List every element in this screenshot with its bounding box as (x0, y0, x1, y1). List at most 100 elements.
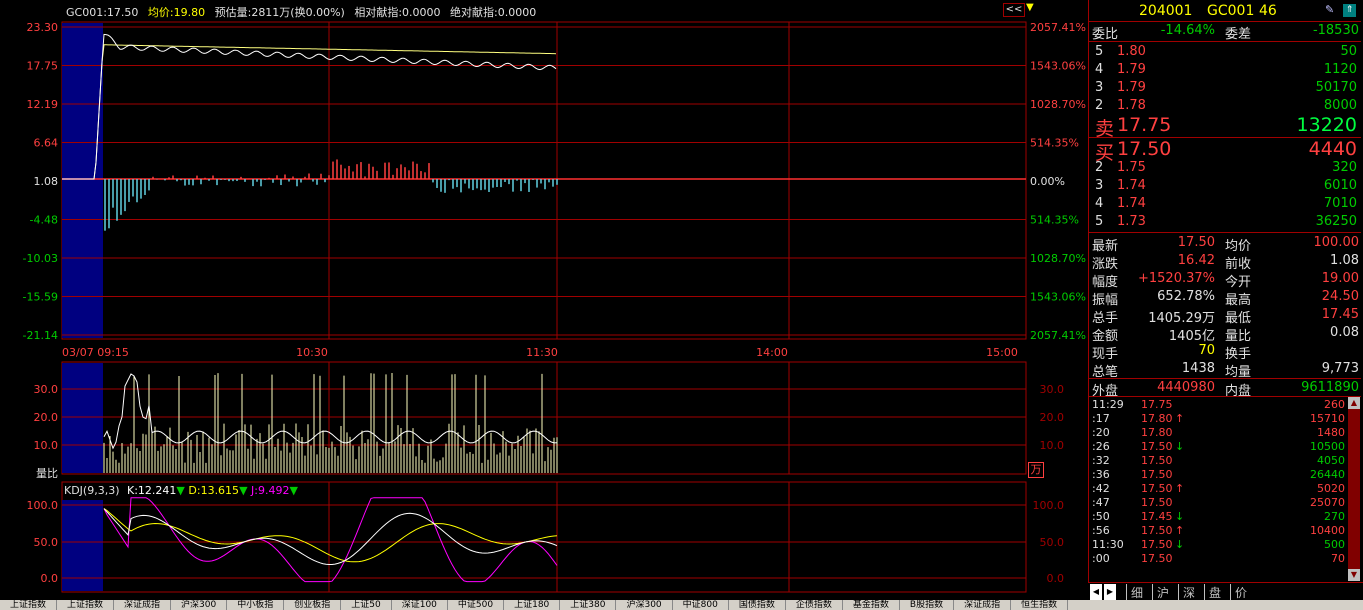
stat-value: 17.45 (1321, 307, 1359, 322)
tick-volume: 5020 (1317, 482, 1345, 495)
tab-4[interactable]: 价 (1230, 584, 1247, 600)
stat-value: 70 (1198, 343, 1215, 358)
bottom-tab[interactable]: 中证500 (448, 600, 505, 610)
tick-volume: 25070 (1310, 496, 1345, 509)
tick-row: :32 17.50 4050 (1089, 454, 1349, 468)
unit-badge[interactable]: 万 (1028, 462, 1044, 478)
book-price: 1.79 (1117, 62, 1146, 77)
price-axis-label: 12.19 (27, 98, 59, 111)
bottom-tab[interactable]: 基金指数 (843, 600, 900, 610)
tick-time: :17 (1092, 412, 1110, 425)
bottom-tab[interactable]: 中小板指 (227, 600, 285, 610)
tool-icon[interactable]: ✎ (1325, 3, 1334, 16)
stat-value: 16.42 (1177, 253, 1215, 268)
bottom-tab[interactable]: 企债指数 (786, 600, 843, 610)
tick-arrow: ↓ (1175, 510, 1185, 523)
stat-row: 幅度 +1520.37% 今开 19.00 (1089, 271, 1361, 290)
bottom-tab[interactable]: 国债指数 (729, 600, 786, 610)
sell-row: 3 1.79 50170 (1089, 80, 1361, 98)
tick-row: :36 17.50 26440 (1089, 468, 1349, 482)
book-level: 3 (1095, 178, 1104, 193)
volume-axis-label: 30.0 (34, 383, 59, 396)
bottom-tab[interactable]: 上证380 (560, 600, 617, 610)
kdj-j-value: J:9.492 (251, 484, 290, 497)
bottom-tab[interactable]: 深证成指 (114, 600, 172, 610)
book-volume: 13220 (1296, 114, 1357, 136)
book-level: 3 (1095, 80, 1104, 95)
bottom-tab[interactable]: 上证指数 (57, 600, 115, 610)
stat-value: 0.08 (1330, 325, 1359, 340)
stat-label: 今开 (1225, 275, 1252, 290)
tick-price: 17.50 (1141, 524, 1173, 537)
bottom-tab[interactable]: 沪深300 (616, 600, 673, 610)
book-price: 1.74 (1117, 196, 1146, 211)
volume-axis-label-right: 20.0 (1040, 411, 1065, 424)
switch-icon[interactable]: ⇑ (1343, 4, 1356, 17)
kdj-axis-label: 50.0 (34, 536, 59, 549)
inner-value: 9611890 (1301, 380, 1359, 395)
tick-price: 17.80 (1141, 412, 1173, 425)
stat-row: 金额 1405亿 量比 0.08 (1089, 325, 1361, 344)
stat-row: 现手 70 换手 (1089, 343, 1361, 362)
stat-value: 1.08 (1330, 253, 1359, 268)
bottom-tab[interactable]: 创业板指 (284, 600, 342, 610)
volume-axis-label-right: 30.0 (1040, 383, 1065, 396)
tab-3[interactable]: 盘 (1204, 584, 1221, 600)
book-price: 1.75 (1117, 160, 1146, 175)
stat-label: 均价 (1225, 239, 1252, 254)
scroll-down-icon[interactable]: ▼ (1348, 569, 1360, 581)
tick-price: 17.45 (1141, 510, 1173, 523)
bottom-tab[interactable]: 恒生指数 (1011, 600, 1069, 610)
bottom-tab[interactable]: 深证成指 (954, 600, 1012, 610)
tick-price: 17.50 (1141, 440, 1173, 453)
tick-row: :20 17.80 1480 (1089, 426, 1349, 440)
book-price: 1.78 (1117, 98, 1146, 113)
book-level: 4 (1095, 196, 1104, 211)
book-level: 5 (1095, 214, 1104, 229)
quote-panel: 204001 GC001 46 ✎ ⇑ 委比 -14.64% 委差 -18530… (1088, 0, 1363, 600)
tick-price: 17.50 (1141, 454, 1173, 467)
stat-row: 总手 1405.29万 最低 17.45 (1089, 307, 1361, 326)
bottom-tab[interactable]: B股指数 (900, 600, 955, 610)
quote-code: 204001 (1139, 3, 1193, 19)
book-volume: 320 (1332, 160, 1357, 175)
quote-number: 46 (1259, 3, 1277, 19)
book-level: 4 (1095, 62, 1104, 77)
bottom-tab[interactable]: 上证指数 (0, 600, 58, 610)
bottom-tab[interactable]: 上证50 (341, 600, 392, 610)
bottom-tab[interactable]: 上证180 (504, 600, 561, 610)
tick-arrow: ↑ (1175, 412, 1185, 425)
tab-2[interactable]: 深 (1178, 584, 1195, 600)
book-price: 17.75 (1117, 114, 1172, 136)
stat-label: 最高 (1225, 293, 1252, 308)
price-axis-label: 1.08 (34, 175, 59, 188)
book-volume: 50 (1340, 44, 1357, 59)
tab-1[interactable]: 沪 (1152, 584, 1169, 600)
tick-scrollbar[interactable]: ▲ ▼ (1348, 397, 1360, 581)
stat-label: 金额 (1092, 329, 1119, 344)
stat-label: 总手 (1092, 311, 1119, 326)
book-price: 1.73 (1117, 214, 1146, 229)
tab-0[interactable]: 细 (1126, 584, 1143, 600)
stat-label: 量比 (1225, 329, 1252, 344)
bottom-index-bar: 上证指数 上证指数 深证成指 沪深300 中小板指 创业板指 上证50 深证100 中证500 上… (0, 600, 1363, 610)
stat-value: 17.50 (1177, 235, 1215, 250)
tick-price: 17.75 (1141, 398, 1173, 411)
tick-time: :50 (1092, 510, 1110, 523)
scroll-up-icon[interactable]: ▲ (1348, 397, 1360, 409)
tab-scroll-left-icon[interactable]: ◀ (1090, 584, 1102, 600)
book-price: 1.79 (1117, 80, 1146, 95)
tick-time: 11:29 (1092, 398, 1124, 411)
stat-row: 最新 17.50 均价 100.00 (1089, 235, 1361, 254)
weicha-label: 委差 (1225, 27, 1252, 42)
quote-name: GC001 (1207, 3, 1255, 19)
buy-row: 4 1.74 7010 (1089, 196, 1361, 214)
tick-time: :56 (1092, 524, 1110, 537)
stat-value: +1520.37% (1137, 271, 1215, 286)
bottom-tab[interactable]: 中证800 (673, 600, 729, 610)
stat-value: 1405亿 (1168, 329, 1215, 344)
tab-scroll-right-icon[interactable]: ▶ (1104, 584, 1116, 600)
stat-row: 总笔 1438 均量 9,773 (1089, 361, 1361, 380)
bottom-tab[interactable]: 深证100 (392, 600, 448, 610)
bottom-tab[interactable]: 沪深300 (171, 600, 228, 610)
